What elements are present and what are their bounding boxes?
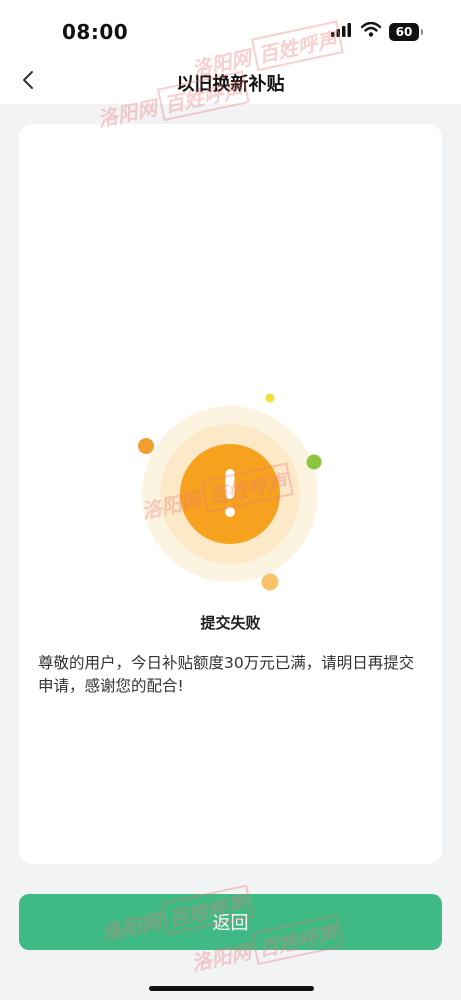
warning-exclamation-icon: [180, 444, 280, 544]
return-button[interactable]: 返回: [19, 894, 442, 950]
status-bar: 08:00 60: [0, 0, 461, 64]
result-title: 提交失败: [200, 614, 261, 632]
decor-dot: [306, 454, 322, 470]
decor-dot: [261, 573, 279, 591]
nav-bar: 以旧换新补贴: [0, 64, 461, 104]
status-icons: 60: [331, 21, 423, 41]
wifi-icon: [360, 21, 382, 41]
result-card: 提交失败 尊敬的用户，今日补贴额度30万元已满，请明日再提交申请，感谢您的配合!: [19, 124, 442, 864]
home-indicator: [149, 986, 314, 991]
page-title: 以旧换新补贴: [176, 74, 285, 95]
decor-dot: [138, 438, 154, 454]
result-message: 尊敬的用户，今日补贴额度30万元已满，请明日再提交申请，感谢您的配合!: [38, 654, 415, 695]
decor-dot: [265, 393, 275, 403]
signal-bars-icon: [331, 22, 353, 41]
battery-indicator: 60: [389, 22, 423, 41]
failure-illustration: [19, 124, 442, 624]
status-time: 08:00: [62, 20, 129, 44]
